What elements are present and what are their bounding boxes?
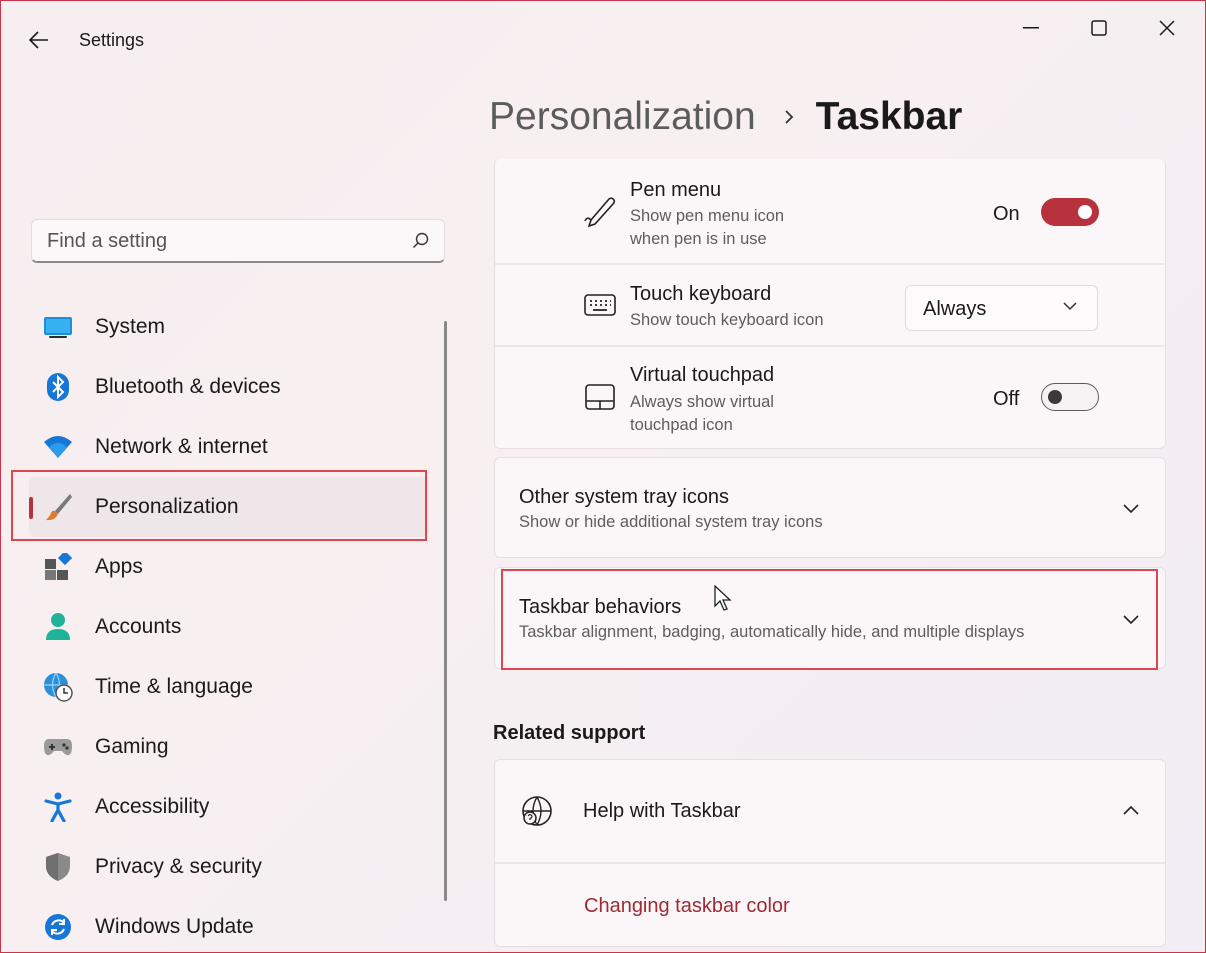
maximize-button[interactable] [1077,15,1121,41]
changing-taskbar-color-link[interactable]: Changing taskbar color [584,895,790,918]
back-button[interactable] [23,25,55,55]
virtual-touchpad-desc: Always show virtual [630,393,774,411]
apps-icon [43,552,73,582]
pen-menu-toggle[interactable] [1041,198,1099,226]
page-title: Taskbar [815,95,963,138]
chevron-right-icon [784,109,794,125]
gamepad-icon [43,732,73,762]
accessibility-icon [43,792,73,822]
keyboard-icon [583,288,617,322]
help-with-taskbar-title: Help with Taskbar [583,800,741,822]
sidebar-item-gaming[interactable]: Gaming [29,717,429,777]
minimize-icon [1023,27,1039,29]
sidebar-scrollbar[interactable] [444,321,447,901]
search-placeholder: Find a setting [47,230,168,252]
search-icon [413,232,429,248]
maximize-icon [1091,20,1107,36]
touch-keyboard-dropdown[interactable]: Always [905,285,1098,331]
sidebar-item-system[interactable]: System [29,297,429,357]
breadcrumb-parent[interactable]: Personalization [489,95,756,139]
sidebar-item-apps[interactable]: Apps [29,537,429,597]
system-tray-settings-group: Pen menu Show pen menu icon when pen is … [494,159,1167,449]
sidebar-item-label: Accounts [95,615,182,638]
sidebar-item-accounts[interactable]: Accounts [29,597,429,657]
pen-menu-desc-2: when pen is in use [630,230,767,248]
sidebar-item-bluetooth[interactable]: Bluetooth & devices [29,357,429,417]
minimize-button[interactable] [1009,15,1053,41]
globe-clock-icon [43,672,73,702]
globe-help-icon [522,796,552,826]
dropdown-value: Always [923,298,987,320]
sidebar-item-windows-update[interactable]: Windows Update [29,897,429,952]
sidebar-nav: System Bluetooth & devices Network & int… [29,297,429,952]
virtual-touchpad-state: Off [993,388,1020,410]
virtual-touchpad-desc-2: touchpad icon [630,416,733,434]
pen-icon [583,194,617,228]
related-support-heading: Related support [493,722,646,744]
sidebar-item-label: Accessibility [95,795,210,818]
touch-keyboard-title: Touch keyboard [630,283,772,305]
chevron-up-icon [1123,806,1139,815]
touch-keyboard-row: Touch keyboard Show touch keyboard icon … [495,265,1167,345]
chevron-down-icon [1123,504,1139,513]
row-divider [495,862,1165,864]
other-tray-icons-card[interactable]: Other system tray icons Show or hide add… [494,457,1166,558]
wifi-icon [43,432,73,462]
person-icon [43,612,73,642]
sidebar-item-label: Time & language [95,675,253,698]
update-icon [43,912,73,942]
close-button[interactable] [1145,15,1189,41]
pen-menu-row: Pen menu Show pen menu icon when pen is … [495,159,1167,263]
settings-window: Settings Personalization Taskbar Find a … [0,0,1206,953]
pen-menu-desc: Show pen menu icon [630,207,785,225]
virtual-touchpad-row: Virtual touchpad Always show virtual tou… [495,347,1167,447]
virtual-touchpad-title: Virtual touchpad [630,364,775,386]
breadcrumb: Personalization Taskbar [489,93,962,141]
app-title: Settings [79,30,145,50]
sidebar-item-label: System [95,315,166,338]
pen-menu-state: On [993,203,1020,225]
sidebar-item-privacy[interactable]: Privacy & security [29,837,429,897]
search-input[interactable]: Find a setting [31,219,445,263]
touch-keyboard-desc: Show touch keyboard icon [630,311,824,329]
shield-icon [43,852,73,882]
close-icon [1159,20,1175,36]
help-with-taskbar-header[interactable]: Help with Taskbar [495,760,1165,862]
touchpad-icon [583,380,617,414]
sidebar-item-label: Gaming [95,735,169,758]
sidebar-item-label: Windows Update [95,915,254,938]
mouse-cursor-icon [714,585,732,611]
virtual-touchpad-toggle[interactable] [1041,383,1099,411]
other-tray-title: Other system tray icons [519,486,730,508]
sidebar-item-label: Network & internet [95,435,268,458]
sidebar-item-label: Privacy & security [95,855,262,878]
other-tray-desc: Show or hide additional system tray icon… [519,513,823,531]
sidebar-item-network[interactable]: Network & internet [29,417,429,477]
bluetooth-icon [43,372,73,402]
sidebar-item-accessibility[interactable]: Accessibility [29,777,429,837]
taskbar-behaviors-highlight-box [501,569,1158,670]
personalization-highlight-box [11,470,427,541]
sidebar-item-time-language[interactable]: Time & language [29,657,429,717]
chevron-down-icon [1063,302,1077,311]
help-with-taskbar-card: Help with Taskbar Changing taskbar color [494,759,1166,947]
sidebar-item-label: Bluetooth & devices [95,375,281,398]
pen-menu-title: Pen menu [630,179,722,201]
monitor-icon [43,312,73,342]
sidebar-item-label: Apps [95,555,143,578]
back-arrow-icon [29,31,48,49]
